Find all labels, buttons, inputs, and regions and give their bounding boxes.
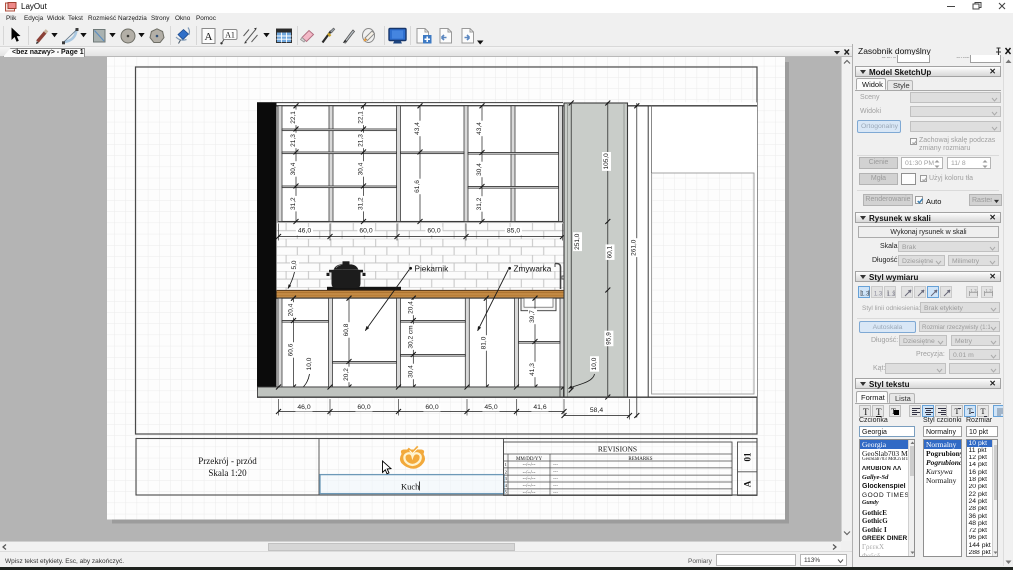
svg-text:--/--/--: --/--/-- bbox=[523, 484, 536, 489]
svg-text:60,0: 60,0 bbox=[357, 404, 370, 411]
svg-text:2: 2 bbox=[505, 469, 507, 474]
svg-text:31,2: 31,2 bbox=[476, 197, 483, 210]
svg-text:31,2: 31,2 bbox=[290, 197, 297, 210]
svg-text:20,2: 20,2 bbox=[343, 368, 350, 381]
svg-text:30,4: 30,4 bbox=[476, 163, 483, 176]
svg-text:30,4: 30,4 bbox=[358, 162, 365, 175]
svg-text:45,0: 45,0 bbox=[484, 404, 497, 411]
svg-text:1.3: 1.3 bbox=[970, 288, 977, 293]
svg-text:5,0: 5,0 bbox=[291, 260, 298, 269]
svg-text:Skala 1:20: Skala 1:20 bbox=[208, 468, 247, 478]
svg-text:251,0: 251,0 bbox=[574, 233, 581, 250]
svg-text:--/--/--: --/--/-- bbox=[523, 470, 536, 475]
svg-text:10,0: 10,0 bbox=[591, 357, 598, 370]
svg-text:22,1: 22,1 bbox=[290, 111, 297, 124]
svg-text:A: A bbox=[743, 480, 753, 487]
svg-text:Kuch: Kuch bbox=[401, 482, 420, 492]
svg-text:30,2 cm: 30,2 cm bbox=[407, 325, 414, 348]
svg-text:---: --- bbox=[553, 470, 558, 475]
svg-text:21,3: 21,3 bbox=[290, 134, 297, 147]
svg-text:60,8: 60,8 bbox=[343, 323, 350, 336]
svg-text:22,1: 22,1 bbox=[358, 111, 365, 124]
svg-text:39,7: 39,7 bbox=[529, 310, 536, 323]
svg-text:1.3: 1.3 bbox=[860, 291, 869, 297]
svg-text:81,0: 81,0 bbox=[480, 336, 487, 349]
svg-text:261,0: 261,0 bbox=[631, 239, 638, 256]
svg-text:Piekarnik: Piekarnik bbox=[415, 264, 450, 273]
svg-text:20,4: 20,4 bbox=[407, 301, 414, 314]
svg-text:30,4: 30,4 bbox=[407, 365, 414, 378]
svg-text:REVISIONS: REVISIONS bbox=[598, 445, 637, 454]
svg-text:10,0: 10,0 bbox=[306, 357, 313, 370]
svg-text:MM/DD/YY: MM/DD/YY bbox=[516, 457, 543, 462]
svg-text:20,4: 20,4 bbox=[288, 303, 295, 316]
svg-text:95,9: 95,9 bbox=[605, 332, 612, 345]
svg-text:1.3: 1.3 bbox=[985, 288, 992, 293]
svg-text:---: --- bbox=[553, 484, 558, 489]
svg-text:41,3: 41,3 bbox=[529, 363, 536, 376]
svg-text:85,0: 85,0 bbox=[507, 228, 520, 235]
svg-text:1.3: 1.3 bbox=[873, 291, 882, 297]
svg-text:43,4: 43,4 bbox=[414, 122, 421, 135]
svg-text:60,0: 60,0 bbox=[425, 404, 438, 411]
svg-text:60,1: 60,1 bbox=[607, 245, 614, 258]
svg-text:A: A bbox=[205, 31, 213, 43]
svg-text:1.3: 1.3 bbox=[886, 292, 895, 298]
svg-text:---: --- bbox=[553, 477, 558, 482]
svg-text:--/--/--: --/--/-- bbox=[523, 477, 536, 482]
svg-text:--/--/--: --/--/-- bbox=[523, 463, 536, 468]
svg-text:41,6: 41,6 bbox=[533, 404, 546, 411]
svg-text:46,0: 46,0 bbox=[297, 404, 310, 411]
svg-text:58,4: 58,4 bbox=[590, 407, 603, 414]
svg-text:61,6: 61,6 bbox=[414, 180, 421, 193]
svg-text:REMARKS: REMARKS bbox=[628, 457, 652, 462]
svg-text:46,0: 46,0 bbox=[298, 228, 311, 235]
svg-text:Przekrój - przód: Przekrój - przód bbox=[198, 456, 257, 466]
svg-text:60,0: 60,0 bbox=[427, 228, 440, 235]
svg-text:---: --- bbox=[553, 463, 558, 468]
svg-text:A1: A1 bbox=[225, 31, 235, 40]
svg-text:01: 01 bbox=[743, 452, 753, 462]
svg-text:30,4: 30,4 bbox=[290, 162, 297, 175]
svg-text:1: 1 bbox=[505, 462, 507, 467]
svg-text:43,4: 43,4 bbox=[476, 122, 483, 135]
svg-text:60,6: 60,6 bbox=[288, 343, 295, 356]
svg-text:105,0: 105,0 bbox=[603, 153, 610, 170]
svg-text:31,2: 31,2 bbox=[358, 197, 365, 210]
svg-text:---: --- bbox=[553, 490, 558, 495]
svg-text:21,3: 21,3 bbox=[358, 134, 365, 147]
svg-text:60,0: 60,0 bbox=[359, 228, 372, 235]
svg-text:Zmywarka: Zmywarka bbox=[514, 264, 552, 273]
svg-text:--/--/--: --/--/-- bbox=[523, 491, 536, 496]
